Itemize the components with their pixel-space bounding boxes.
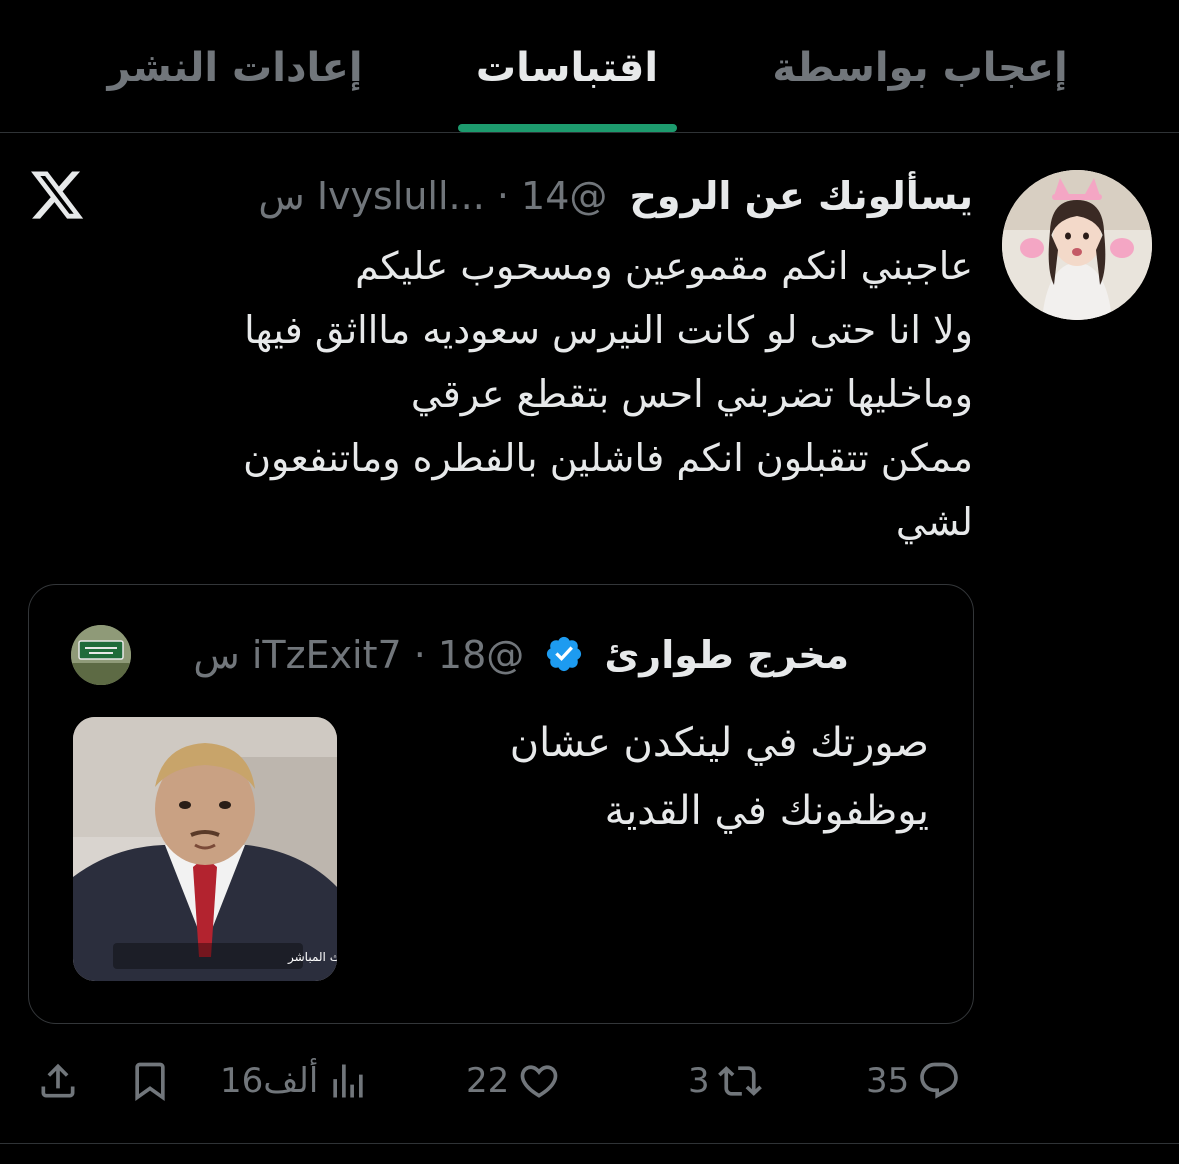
tab-bar: إعادات النشر اقتباسات إعجاب بواسطة: [0, 0, 1179, 133]
views-button[interactable]: 16ألف: [220, 1050, 370, 1112]
views-count: 16ألف: [220, 1061, 319, 1101]
share-icon: [41, 1063, 75, 1098]
reply-button[interactable]: 35: [866, 1050, 961, 1112]
quoted-tweet-card[interactable]: مخرج طوارئ @iTzExit7 · 18 س صورتك في لين…: [28, 584, 974, 1024]
x-logo-icon[interactable]: [28, 166, 86, 224]
like-button[interactable]: 22: [466, 1050, 561, 1112]
tweet-actions-bar: 35 3 22 16ألف: [0, 1050, 1179, 1112]
quoted-tweet-header: مخرج طوارئ @iTzExit7 · 18 س: [193, 627, 849, 683]
share-button[interactable]: [36, 1050, 80, 1112]
tab-reposts[interactable]: إعادات النشر: [70, 38, 400, 98]
quoted-author-name[interactable]: مخرج طوارئ: [604, 633, 849, 677]
media-caption: اضغط هنا لمشاهدة البث المباشر: [287, 950, 337, 965]
road-sign-image: [71, 625, 131, 685]
author-name[interactable]: يسألونك عن الروح: [629, 174, 973, 218]
tab-liked-by[interactable]: إعجاب بواسطة: [740, 38, 1100, 98]
repost-button[interactable]: 3: [688, 1050, 762, 1112]
quoted-tweet-media[interactable]: اضغط هنا لمشاهدة البث المباشر: [73, 717, 337, 981]
quoted-handle-time: @iTzExit7 · 18 س: [193, 633, 525, 677]
bookmark-button[interactable]: [128, 1050, 172, 1112]
man-in-suit-photo: اضغط هنا لمشاهدة البث المباشر: [73, 717, 337, 981]
tweet-text: عاجبني انكم مقموعين ومسحوب عليكم ولا انا…: [243, 244, 973, 544]
like-icon: [520, 1065, 558, 1098]
repost-count: 3: [688, 1061, 710, 1101]
author-avatar[interactable]: [1002, 170, 1152, 320]
quoted-tweet-text: صورتك في لينكدن عشان يوظفونك في القدية: [509, 720, 929, 834]
tab-quotes[interactable]: اقتباسات: [440, 38, 694, 98]
author-handle-time: @Ivyslull... · 14 س: [258, 174, 608, 218]
repost-icon: [717, 1066, 762, 1096]
quoted-author-avatar[interactable]: [71, 625, 131, 685]
reply-icon: [920, 1062, 959, 1099]
tweet-header: يسألونك عن الروح @Ivyslull... · 14 س: [258, 166, 973, 226]
bookmark-icon: [135, 1062, 165, 1102]
views-icon: [333, 1064, 363, 1098]
verified-badge-icon: [547, 636, 582, 672]
active-tab-indicator: [458, 124, 677, 132]
reply-count: 35: [866, 1061, 910, 1101]
divider: [0, 1143, 1179, 1144]
like-count: 22: [466, 1061, 510, 1101]
